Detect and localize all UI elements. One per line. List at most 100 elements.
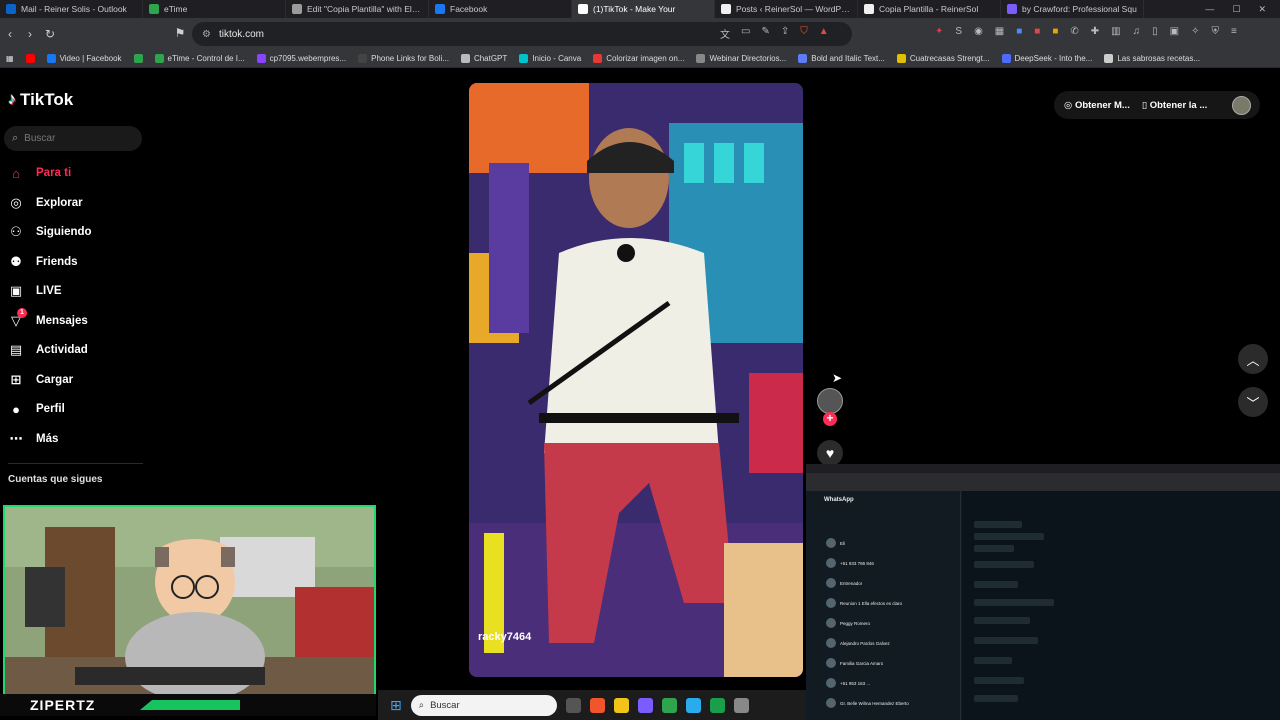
- blue-extension-icon[interactable]: ■: [1016, 26, 1022, 37]
- reload-icon[interactable]: ↻: [40, 27, 60, 41]
- bookmark-label: Colorizar imagen on...: [606, 54, 685, 63]
- next-video-button[interactable]: ﹀: [1238, 387, 1268, 417]
- window-controls: — ☐ ✕: [1205, 0, 1280, 18]
- messenger-icon[interactable]: [637, 697, 653, 713]
- bookmark-item[interactable]: DeepSeek - Into the...: [996, 54, 1099, 63]
- edit-icon[interactable]: ✎: [761, 26, 769, 41]
- user-avatar[interactable]: [1232, 96, 1251, 115]
- browser-tab[interactable]: eTime: [143, 0, 286, 18]
- music-icon[interactable]: ♫: [1133, 26, 1141, 37]
- close-icon[interactable]: ✕: [1258, 4, 1266, 15]
- browser-tab[interactable]: Facebook: [429, 0, 572, 18]
- file-explorer-icon[interactable]: [613, 697, 629, 713]
- address-bar-row: ‹ › ↻ ⚑ ⚙ tiktok.com 文 ▭ ✎ ⇪ ⛉ ▲ ✦ S ◉ ▦…: [0, 18, 1280, 50]
- follow-plus-button[interactable]: +: [823, 412, 837, 426]
- bookmark-item[interactable]: Bold and Italic Text...: [792, 54, 891, 63]
- bookmark-icon[interactable]: ⚑: [170, 26, 190, 40]
- browser-tab[interactable]: (1)TikTok - Make Your: [572, 0, 715, 18]
- bookmark-item[interactable]: eTime - Control de I...: [149, 54, 251, 63]
- cast-icon[interactable]: ▭: [741, 26, 750, 41]
- nav-item-friends[interactable]: ⚉ Friends: [8, 254, 77, 270]
- bookmark-item[interactable]: Las sabrosas recetas...: [1098, 54, 1206, 63]
- phone-extension-icon[interactable]: ✆: [1070, 26, 1078, 37]
- telegram-icon[interactable]: [685, 697, 701, 713]
- nav-item-profile[interactable]: ● Perfil: [8, 401, 65, 417]
- nav-item-home[interactable]: ⌂ Para ti: [8, 165, 71, 181]
- video-player[interactable]: [469, 83, 803, 677]
- bookmark-item[interactable]: Inicio - Canva: [513, 54, 587, 63]
- chrome-icon[interactable]: [661, 697, 677, 713]
- menu-icon[interactable]: ≡: [1231, 26, 1237, 37]
- search-input[interactable]: ⌕ Buscar: [4, 126, 142, 151]
- bookmark-item[interactable]: Phone Links for Boli...: [352, 54, 455, 63]
- tiktok-logo[interactable]: ♪ TikTok: [8, 90, 73, 110]
- sidebar-icon[interactable]: ▥: [1111, 26, 1120, 37]
- back-icon[interactable]: ‹: [0, 27, 20, 41]
- browser-tab[interactable]: Posts ‹ ReinerSol — WordPress: [715, 0, 858, 18]
- split-view-icon[interactable]: ▯: [1152, 26, 1158, 37]
- tab-title: eTime: [164, 4, 188, 14]
- nav-item-live[interactable]: ▣ LIVE: [8, 283, 62, 299]
- vpn-icon[interactable]: ⛨: [1211, 26, 1219, 37]
- maximize-icon[interactable]: ☐: [1232, 4, 1240, 15]
- bookmark-item[interactable]: Cuatrecasas Strengt...: [891, 54, 996, 63]
- nav-item-following[interactable]: ⚇ Siguiendo: [8, 224, 91, 240]
- get-app-button[interactable]: ▯ Obtener la ...: [1142, 100, 1207, 111]
- bookmark-favicon-icon: [696, 54, 706, 63]
- nav-item-more[interactable]: ⋯ Más: [8, 431, 59, 447]
- task-view-icon[interactable]: [565, 697, 581, 713]
- nav-item-messages[interactable]: ▽ 1 Mensajes: [8, 307, 88, 329]
- puzzle-icon[interactable]: ✚: [1091, 26, 1099, 37]
- browser-tab[interactable]: Copia Plantilla - ReinerSol: [858, 0, 1001, 18]
- bookmark-label: cp7095.webempres...: [269, 54, 347, 63]
- taskbar-search[interactable]: ⌕ Buscar: [410, 694, 557, 716]
- following-icon: ⚇: [10, 224, 22, 239]
- wa-avatar: [826, 538, 836, 548]
- bookmark-item[interactable]: [128, 54, 149, 63]
- browser-tab[interactable]: Mail - Reiner Solis - Outlook: [0, 0, 143, 18]
- brave-shield-icon[interactable]: ⛉: [800, 26, 808, 41]
- brave-rewards-icon[interactable]: ▲: [819, 26, 829, 41]
- windows-start-icon[interactable]: ⊞: [390, 697, 402, 714]
- translate-icon[interactable]: 文: [720, 26, 730, 41]
- forward-icon[interactable]: ›: [20, 27, 40, 41]
- bookmark-label: Video | Facebook: [59, 54, 122, 63]
- nav-item-compass[interactable]: ◎ Explorar: [8, 195, 82, 211]
- grid-extension-icon[interactable]: ▦: [995, 26, 1004, 37]
- browser-tab[interactable]: by Crawford: Professional Squ: [1001, 0, 1144, 18]
- app-icon[interactable]: [709, 697, 725, 713]
- bookmark-item[interactable]: Colorizar imagen on...: [587, 54, 690, 63]
- video-username[interactable]: racky7464: [478, 631, 531, 643]
- nav-item-activity[interactable]: ▤ Actividad: [8, 342, 88, 358]
- share-icon[interactable]: ⇪: [781, 26, 789, 41]
- site-info-icon[interactable]: ⚙: [202, 29, 211, 40]
- bookmark-item[interactable]: ChatGPT: [455, 54, 513, 63]
- bookmark-item[interactable]: Video | Facebook: [41, 54, 128, 63]
- minimize-icon[interactable]: —: [1205, 4, 1214, 14]
- pin-extension-icon[interactable]: ✦: [935, 26, 943, 37]
- s-extension-icon[interactable]: S: [955, 26, 962, 37]
- bookmark-favicon-icon: [1001, 54, 1011, 63]
- previous-video-button[interactable]: ︿: [1238, 344, 1268, 374]
- bookmark-favicon-icon: [1104, 54, 1114, 63]
- nav-item-upload[interactable]: ⊞ Cargar: [8, 372, 74, 388]
- browser-tab[interactable]: Edit "Copia Plantilla" with Elem: [286, 0, 429, 18]
- apps-icon[interactable]: ▦: [0, 54, 20, 63]
- bookmark-label: Webinar Directorios...: [709, 54, 787, 63]
- wa-chat-row: +51 953 163 ...: [826, 676, 956, 690]
- wallet-icon[interactable]: ▣: [1170, 26, 1179, 37]
- capture-icon[interactable]: [733, 697, 749, 713]
- camera-extension-icon[interactable]: ◉: [974, 26, 983, 37]
- brave-browser-icon[interactable]: [589, 697, 605, 713]
- nav-item-label: Perfil: [36, 403, 65, 415]
- bookmark-item[interactable]: Webinar Directorios...: [690, 54, 792, 63]
- leo-ai-icon[interactable]: ✧: [1191, 26, 1199, 37]
- get-coins-button[interactable]: ◎ Obtener M...: [1064, 100, 1130, 111]
- bookmark-item[interactable]: [20, 54, 41, 63]
- bookmark-favicon-icon: [358, 54, 368, 63]
- red-extension-icon[interactable]: ■: [1034, 26, 1040, 37]
- bookmark-item[interactable]: cp7095.webempres...: [251, 54, 353, 63]
- like-button[interactable]: ♥: [817, 440, 843, 466]
- color-extension-icon[interactable]: ■: [1052, 26, 1058, 37]
- wa-message: [974, 561, 1034, 568]
